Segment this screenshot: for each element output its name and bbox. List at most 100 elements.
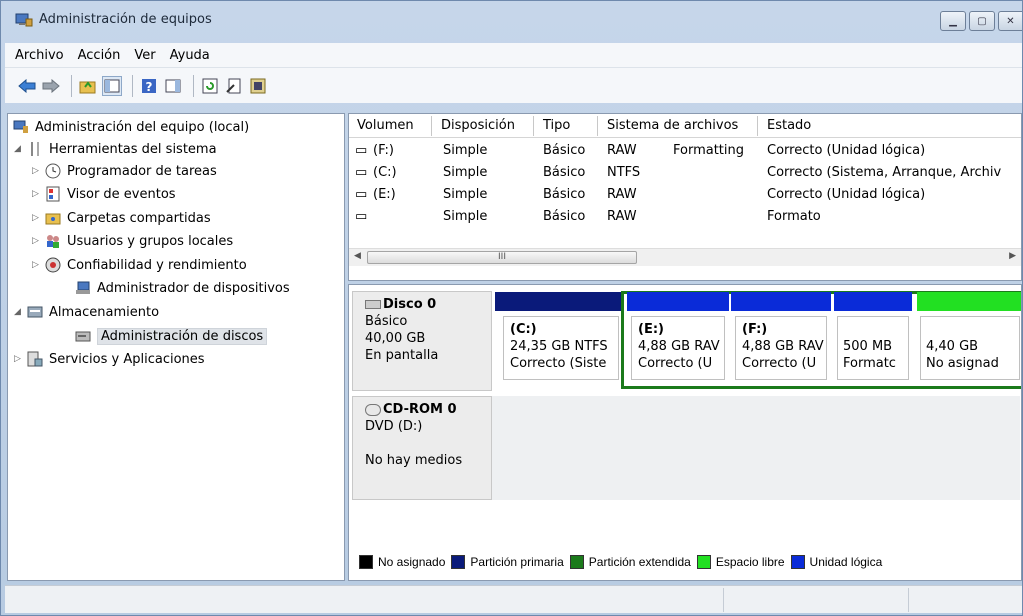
tree-item-root[interactable]: Administración del equipo (local): [12, 116, 249, 138]
volume-list: Volumen Disposición Tipo Sistema de arch…: [348, 113, 1022, 281]
performance-icon: [44, 257, 61, 274]
column-volume[interactable]: Volumen: [357, 118, 414, 133]
drive-icon: ▭: [355, 209, 368, 224]
tree-item-reliability[interactable]: ▷ Confiabilidad y rendimiento: [32, 254, 247, 276]
tree-item-storage[interactable]: ◢ Almacenamiento: [14, 301, 159, 323]
volume-row[interactable]: ▭ (C:) Simple Básico NTFS Correcto (Sist…: [349, 162, 1021, 184]
menu-accion[interactable]: Acción: [78, 48, 121, 63]
action-pane-button[interactable]: [163, 76, 183, 96]
disk-settings-icon: [250, 78, 266, 93]
expanded-arrow-icon[interactable]: ◢: [14, 307, 26, 317]
services-icon: [26, 351, 43, 368]
action-pane-icon: [165, 79, 181, 92]
disk-management-icon: [74, 328, 91, 345]
volume-row[interactable]: ▭ (E:) Simple Básico RAW Correcto (Unida…: [349, 184, 1021, 206]
volume-row[interactable]: ▭ Simple Básico RAW Formato: [349, 206, 1021, 228]
collapsed-arrow-icon[interactable]: ▷: [32, 166, 44, 176]
column-status[interactable]: Estado: [767, 118, 811, 133]
scroll-left-icon[interactable]: ◀: [354, 251, 361, 261]
legend-swatch: [696, 555, 711, 569]
partition-free-space[interactable]: 4,40 GB No asignad: [917, 292, 1021, 385]
tree-item-local-users[interactable]: ▷ Usuarios y grupos locales: [32, 230, 233, 252]
column-type[interactable]: Tipo: [543, 118, 570, 133]
tree-item-disk-management[interactable]: Administración de discos: [74, 325, 268, 347]
expanded-arrow-icon[interactable]: ◢: [14, 144, 26, 154]
refresh-button[interactable]: [200, 76, 220, 96]
drive-icon: ▭: [355, 187, 368, 202]
tree-item-services[interactable]: ▷ Servicios y Aplicaciones: [14, 348, 205, 370]
computer-management-window: Administración de equipos ▁ ▢ ✕ Archivo …: [0, 0, 1023, 616]
maximize-button[interactable]: ▢: [969, 11, 995, 31]
shared-folder-icon: [44, 210, 61, 227]
tree-item-task-scheduler[interactable]: ▷ Programador de tareas: [32, 160, 217, 182]
partition-e[interactable]: (E:) 4,88 GB RAV Correcto (U: [627, 292, 729, 385]
tree-item-device-manager[interactable]: Administrador de dispositivos: [74, 277, 290, 299]
back-button[interactable]: [17, 76, 37, 96]
tree-item-event-viewer[interactable]: ▷ Visor de eventos: [32, 183, 176, 205]
legend-item: Partición extendida: [568, 555, 691, 569]
clock-icon: [44, 163, 61, 180]
menu-ayuda[interactable]: Ayuda: [170, 48, 210, 63]
properties-button[interactable]: [224, 76, 244, 96]
scroll-thumb[interactable]: III: [367, 251, 637, 264]
collapsed-arrow-icon[interactable]: ▷: [32, 189, 44, 199]
status-bar: [5, 585, 1022, 613]
disk-graphical-view: Disco 0 Básico 40,00 GB En pantalla (C:)…: [348, 284, 1022, 581]
legend-item: Espacio libre: [695, 555, 785, 569]
collapsed-arrow-icon[interactable]: ▷: [32, 213, 44, 223]
drive-icon: ▭: [355, 165, 368, 180]
event-viewer-icon: [44, 186, 61, 203]
tree-item-shared-folders[interactable]: ▷ Carpetas compartidas: [32, 207, 211, 229]
column-layout[interactable]: Disposición: [441, 118, 515, 133]
forward-arrow-icon: [42, 78, 60, 93]
title-bar[interactable]: Administración de equipos ▁ ▢ ✕: [1, 1, 1022, 43]
column-filesystem[interactable]: Sistema de archivos: [607, 118, 738, 133]
tree-item-system-tools[interactable]: ◢ Herramientas del sistema: [14, 138, 217, 160]
volume-row[interactable]: ▭ (F:) Simple Básico RAW Formatting Corr…: [349, 140, 1021, 162]
legend-swatch: [451, 555, 466, 569]
legend-swatch: [359, 555, 373, 569]
partition-bar: [834, 292, 912, 311]
menu-archivo[interactable]: Archivo: [15, 48, 64, 63]
partition-bar: [495, 292, 621, 311]
collapsed-arrow-icon[interactable]: ▷: [32, 260, 44, 270]
minimize-button[interactable]: ▁: [940, 11, 966, 31]
storage-icon: [26, 304, 43, 321]
up-folder-button[interactable]: [78, 76, 98, 96]
cdrom-empty-area[interactable]: [492, 396, 1020, 500]
properties-icon: [226, 78, 241, 93]
horizontal-scrollbar[interactable]: ◀ III ▶: [349, 248, 1021, 266]
menu-ver[interactable]: Ver: [134, 48, 155, 63]
settings-button[interactable]: [248, 76, 268, 96]
menu-bar: Archivo Acción Ver Ayuda: [5, 43, 1022, 67]
partition-bar: [731, 292, 831, 311]
cdrom-0-label[interactable]: CD-ROM 0 DVD (D:) No hay medios: [352, 396, 492, 500]
back-arrow-icon: [18, 78, 36, 93]
up-folder-icon: [79, 80, 96, 93]
collapsed-arrow-icon[interactable]: ▷: [32, 236, 44, 246]
legend: No asignado Partición primaria Partición…: [357, 555, 886, 569]
partition-c[interactable]: (C:) 24,35 GB NTFS Correcto (Siste: [495, 292, 621, 385]
refresh-icon: [202, 78, 218, 93]
computer-management-icon: [15, 13, 33, 27]
partition-500mb[interactable]: 500 MB Formatc: [834, 292, 912, 385]
volume-list-header: Volumen Disposición Tipo Sistema de arch…: [349, 114, 1021, 138]
help-button[interactable]: ?: [139, 76, 159, 96]
show-hide-tree-button[interactable]: [102, 75, 122, 96]
disk-0-label[interactable]: Disco 0 Básico 40,00 GB En pantalla: [352, 291, 492, 391]
scroll-right-icon[interactable]: ▶: [1009, 251, 1016, 261]
toolbar: ?: [5, 67, 1022, 103]
legend-item: No asignado: [357, 555, 445, 569]
collapsed-arrow-icon[interactable]: ▷: [14, 354, 26, 364]
minimize-icon: ▁: [949, 15, 957, 27]
legend-swatch: [569, 555, 584, 569]
close-button[interactable]: ✕: [998, 11, 1022, 31]
partition-f[interactable]: (F:) 4,88 GB RAV Correcto (U: [731, 292, 831, 385]
cdrom-icon: [365, 403, 381, 416]
partition-bar: [917, 292, 1021, 311]
forward-button[interactable]: [41, 76, 61, 96]
legend-swatch: [790, 555, 805, 569]
close-icon: ✕: [1006, 15, 1015, 27]
legend-item: Partición primaria: [449, 555, 564, 569]
maximize-icon: ▢: [977, 15, 987, 27]
